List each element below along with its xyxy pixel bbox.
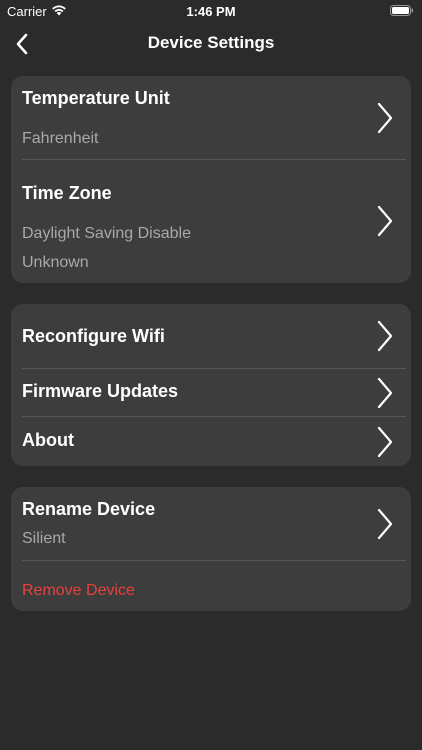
temperature-unit-row[interactable]: Temperature Unit Fahrenheit: [11, 76, 411, 160]
settings-card-manage: Rename Device Silient Remove Device: [11, 487, 411, 611]
chevron-right-icon: [377, 205, 393, 237]
rename-device-row[interactable]: Rename Device Silient: [11, 487, 411, 560]
firmware-updates-row[interactable]: Firmware Updates: [11, 369, 411, 416]
chevron-right-icon: [377, 102, 393, 134]
reconfigure-wifi-row[interactable]: Reconfigure Wifi: [11, 304, 411, 368]
divider: [22, 560, 406, 561]
status-bar: Carrier 1:46 PM: [0, 0, 422, 22]
rename-device-title: Rename Device: [22, 499, 156, 519]
chevron-right-icon: [377, 320, 393, 352]
battery-icon: [390, 5, 413, 16]
firmware-updates-title: Firmware Updates: [22, 381, 179, 401]
time-zone-row[interactable]: Time Zone Daylight Saving Disable Unknow…: [11, 160, 411, 283]
navigation-bar: Device Settings: [0, 22, 422, 66]
reconfigure-wifi-title: Reconfigure Wifi: [22, 326, 165, 346]
daylight-saving-value: Daylight Saving Disable: [22, 225, 191, 242]
chevron-right-icon: [377, 426, 393, 458]
remove-device-button[interactable]: Remove Device: [22, 582, 135, 600]
status-time: 1:46 PM: [186, 4, 236, 19]
device-name-value: Silient: [22, 530, 66, 547]
temperature-unit-value: Fahrenheit: [22, 130, 99, 147]
chevron-right-icon: [377, 508, 393, 540]
about-title: About: [22, 430, 74, 450]
temperature-unit-title: Temperature Unit: [22, 88, 170, 108]
time-zone-value: Unknown: [22, 254, 89, 271]
about-row[interactable]: About: [11, 417, 411, 466]
time-zone-title: Time Zone: [22, 183, 112, 203]
chevron-right-icon: [377, 377, 393, 409]
page-title: Device Settings: [147, 33, 275, 52]
settings-card-general: Temperature Unit Fahrenheit Time Zone Da…: [11, 76, 411, 283]
settings-card-device: Reconfigure Wifi Firmware Updates About: [11, 304, 411, 466]
